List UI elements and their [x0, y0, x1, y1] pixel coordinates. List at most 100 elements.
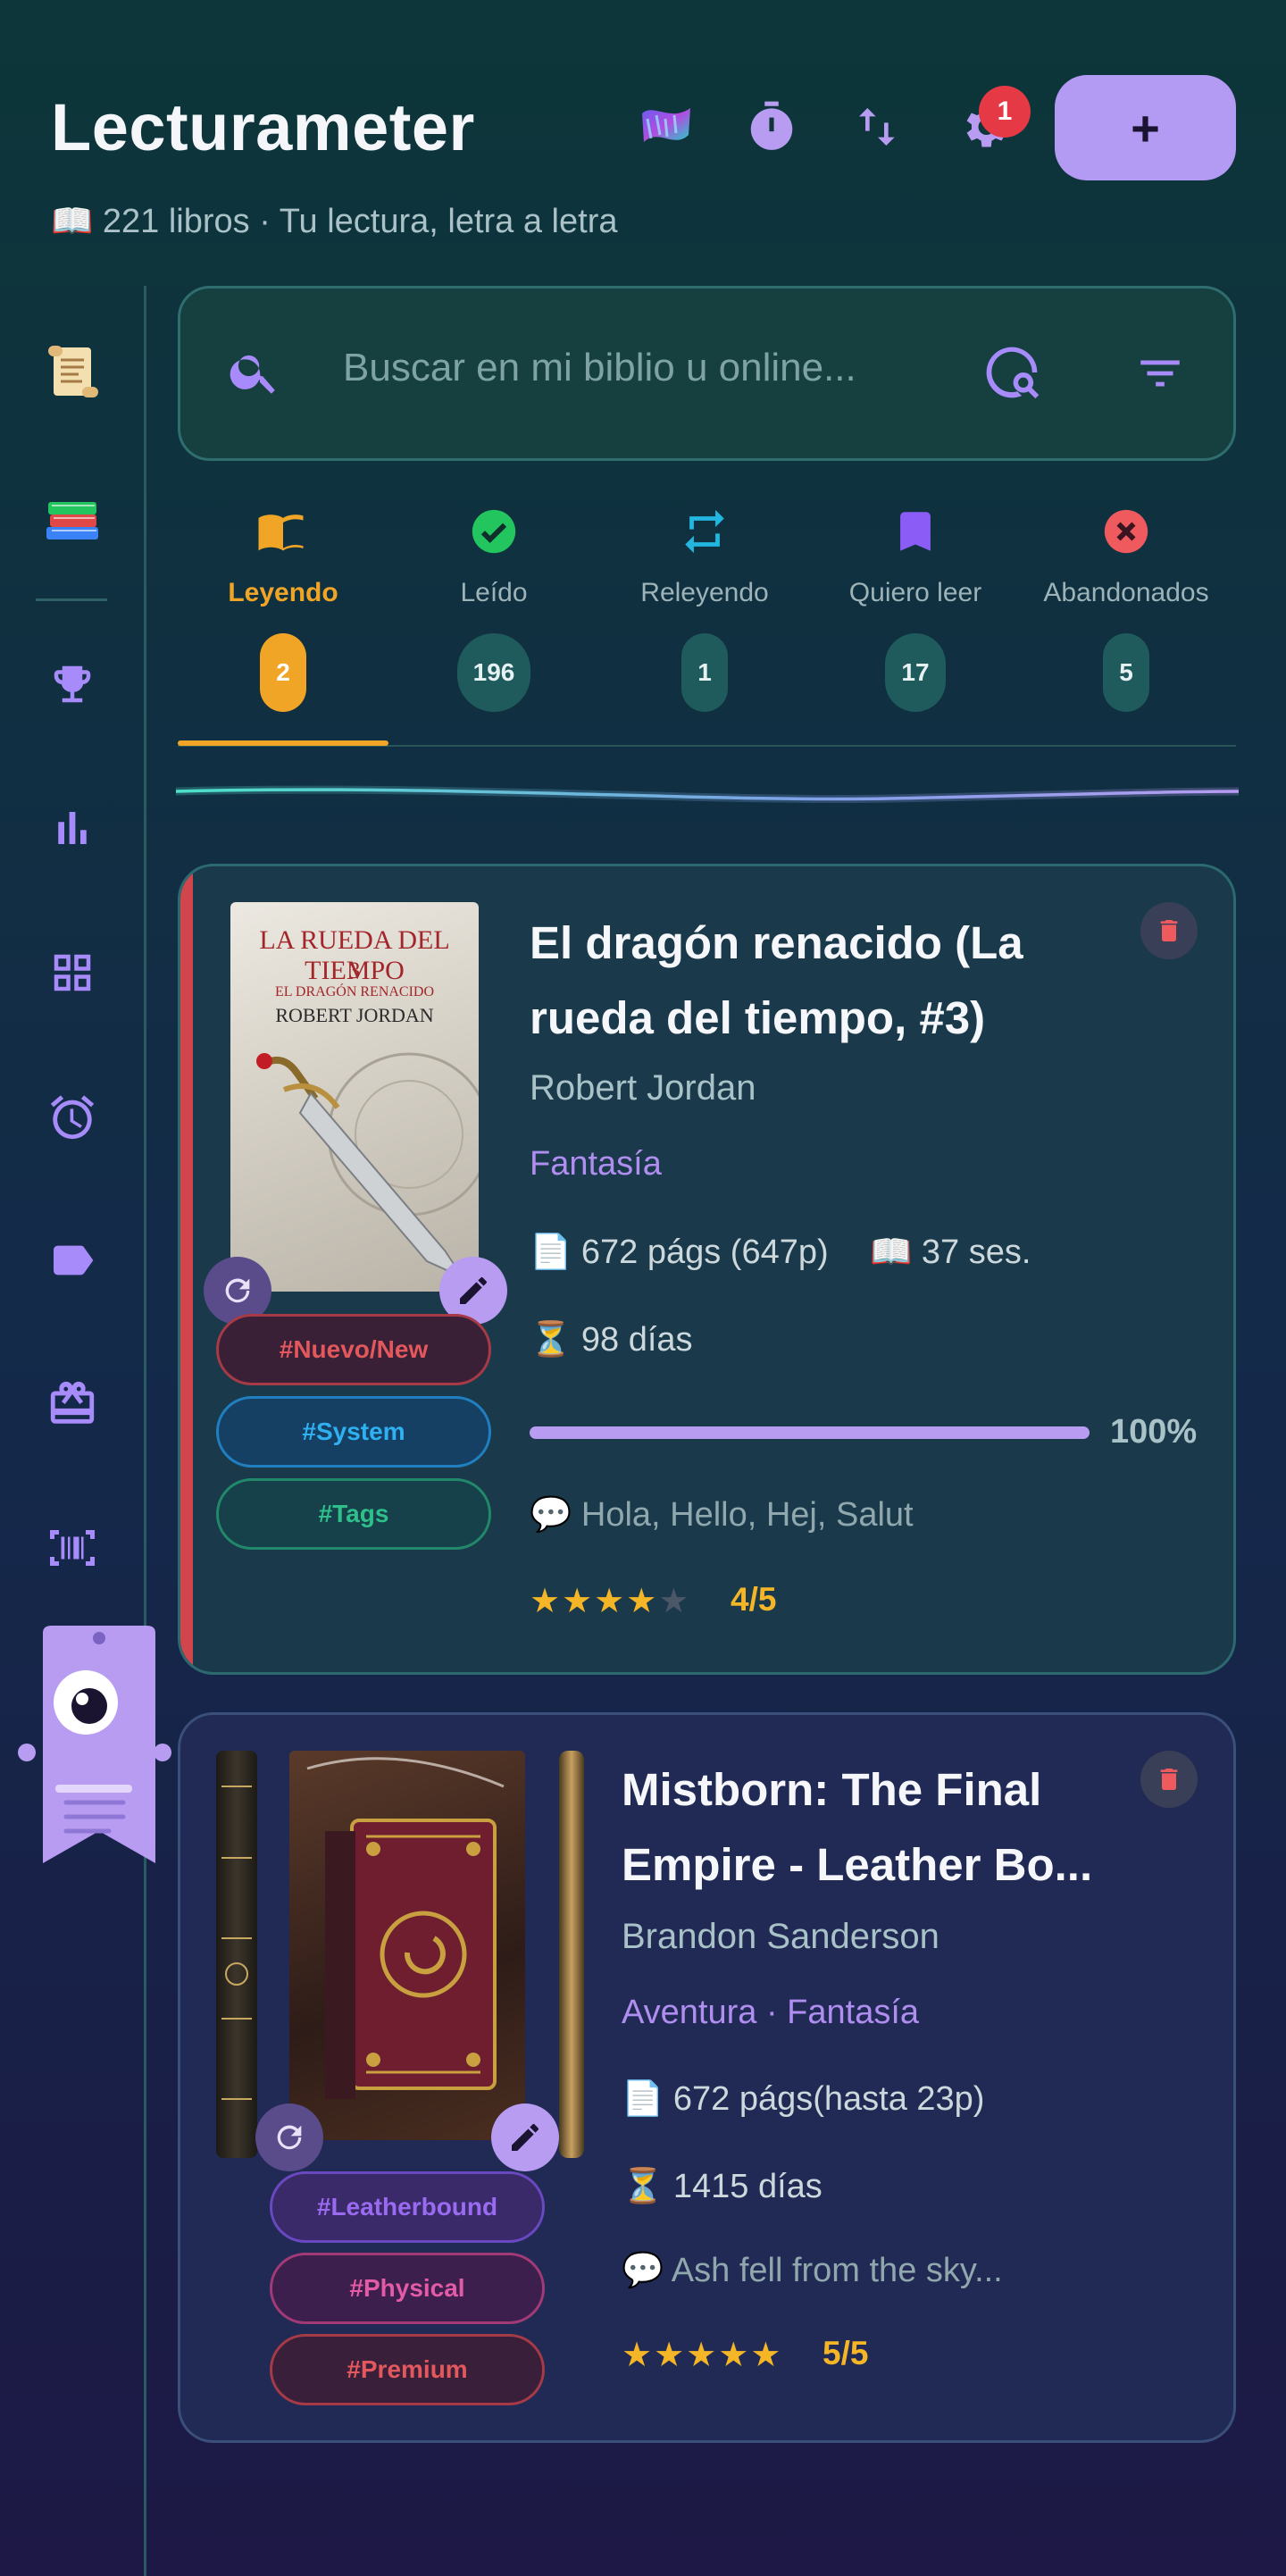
trash-icon [1160, 920, 1178, 941]
star-icon[interactable]: ★ [718, 2337, 750, 2374]
aurora-theme-icon[interactable] [632, 93, 700, 161]
star-rating[interactable]: ★★★★★ [530, 1581, 690, 1621]
star-icon[interactable]: ★ [658, 1583, 690, 1620]
book-open-icon [178, 496, 388, 567]
notification-badge: 1 [979, 86, 1031, 138]
star-icon[interactable]: ★ [750, 2337, 782, 2374]
book-cover-spine-left [216, 1751, 257, 2158]
trash-icon [1160, 1769, 1178, 1790]
book-sessions: 📖 37 ses. [870, 1234, 1031, 1271]
add-icon: + [1131, 99, 1160, 156]
star-icon[interactable]: ★ [530, 1583, 562, 1620]
filter-icon[interactable] [1134, 347, 1186, 404]
cover-number: 3 [348, 958, 361, 983]
star-icon[interactable]: ★ [654, 2337, 686, 2374]
search-icon [227, 344, 282, 404]
tab-quiero-leer[interactable]: Quiero leer 17 [810, 496, 1021, 712]
barcode-scan-icon[interactable] [36, 1511, 109, 1585]
star-icon[interactable]: ★ [594, 1583, 626, 1620]
delete-book-button[interactable] [1140, 1751, 1198, 1808]
tab-leyendo[interactable]: Leyendo 2 [178, 496, 388, 712]
title-line: Mistborn: The Final [622, 1764, 1042, 1815]
tag-chip[interactable]: #System [216, 1396, 491, 1468]
tab-count: 2 [260, 633, 306, 712]
sidebar-divider [144, 286, 146, 2576]
scroll-icon[interactable] [36, 335, 109, 408]
delete-book-button[interactable] [1140, 902, 1198, 959]
tab-label: Releyendo [640, 578, 769, 607]
online-search-icon[interactable] [981, 342, 1042, 407]
book-pages: 📄 672 págs (647p) [530, 1234, 829, 1271]
progress-percent: 100% [1110, 1413, 1198, 1451]
title-line: rueda del tiempo, #3) [530, 992, 986, 1043]
tag-chip[interactable]: #Physical [270, 2253, 545, 2324]
book-genre: Aventura · Fantasía [622, 1994, 920, 2031]
book-author: Robert Jordan [530, 1068, 756, 1108]
check-circle-icon [388, 496, 599, 567]
add-book-button[interactable]: + [1055, 75, 1236, 180]
star-rating[interactable]: ★★★★★ [622, 2335, 782, 2375]
dagger-illustration [256, 1052, 479, 1280]
tab-leido[interactable]: Leído 196 [388, 496, 599, 712]
mascot-bookmark-icon[interactable] [14, 1624, 175, 1865]
star-icon[interactable]: ★ [562, 1583, 594, 1620]
tab-label: Leído [460, 578, 528, 607]
tab-label: Quiero leer [848, 578, 982, 607]
trophy-icon[interactable] [36, 648, 109, 721]
label-icon[interactable] [36, 1224, 109, 1297]
tag-chip[interactable]: #Premium [270, 2334, 545, 2405]
grid-icon[interactable] [36, 936, 109, 1009]
tag-chip[interactable]: #Leatherbound [270, 2171, 545, 2243]
search-bar [178, 286, 1236, 461]
tag-chip[interactable]: #Tags [216, 1478, 491, 1550]
search-input[interactable] [343, 346, 968, 390]
refresh-cover-button[interactable] [255, 2103, 323, 2171]
book-cover[interactable]: LA RUEDA DEL TIEMPO 3 EL DRAGÓN RENACIDO… [230, 902, 479, 1292]
active-tab-indicator [178, 740, 388, 746]
alarm-icon[interactable] [36, 1081, 109, 1154]
pencil-icon [460, 1277, 487, 1304]
star-icon[interactable]: ★ [622, 2337, 654, 2374]
tab-count: 1 [681, 633, 728, 712]
reading-progress-bar [530, 1426, 1090, 1439]
tab-count: 5 [1103, 633, 1149, 712]
book-genre: Fantasía [530, 1145, 662, 1183]
book-quote: 💬 Ash fell from the sky... [622, 2252, 1003, 2289]
book-author: Brandon Sanderson [622, 1917, 939, 1956]
bar-chart-icon[interactable] [36, 791, 109, 865]
repeat-icon [599, 496, 810, 567]
tab-label: Leyendo [228, 578, 338, 607]
timer-icon[interactable] [738, 93, 806, 161]
title-line: Empire - Leather Bo... [622, 1839, 1093, 1890]
leather-book-illustration [306, 1757, 505, 2099]
star-icon[interactable]: ★ [686, 2337, 718, 2374]
refresh-icon [225, 1278, 250, 1303]
book-card[interactable]: #Leatherbound #Physical #Premium Mistbor… [178, 1712, 1236, 2443]
book-title[interactable]: Mistborn: The Final Empire - Leather Bo.… [622, 1752, 1092, 1903]
tab-releyendo[interactable]: Releyendo 1 [599, 496, 810, 712]
glow-divider [174, 779, 1241, 819]
refresh-icon [277, 2125, 302, 2150]
app-title: Lecturameter [51, 90, 475, 164]
book-quote: 💬 Hola, Hello, Hej, Salut [530, 1496, 914, 1534]
tab-label: Abandonados [1043, 578, 1209, 607]
sort-arrows-icon[interactable] [844, 93, 912, 161]
cover-subtitle: EL DRAGÓN RENACIDO [274, 984, 435, 999]
bookmark-icon [810, 496, 1021, 567]
books-stack-icon[interactable] [36, 482, 109, 556]
book-cover-spine-right [559, 1751, 584, 2158]
star-icon[interactable]: ★ [626, 1583, 658, 1620]
book-days: ⏳ 1415 días [622, 2168, 823, 2205]
sidebar-separator [36, 598, 107, 601]
rating-value: 4/5 [731, 1581, 777, 1618]
book-title[interactable]: El dragón renacido (La rueda del tiempo,… [530, 906, 1023, 1056]
progress-fill [530, 1426, 1090, 1439]
tag-chip[interactable]: #Nuevo/New [216, 1314, 491, 1385]
gift-card-icon[interactable] [36, 1367, 109, 1441]
book-pages: 📄 672 págs(hasta 23p) [622, 2080, 985, 2118]
book-cover[interactable] [289, 1751, 525, 2140]
tab-abandonados[interactable]: Abandonados 5 [1021, 496, 1232, 712]
rating-value: 5/5 [823, 2335, 869, 2371]
edit-book-button[interactable] [491, 2103, 559, 2171]
book-card[interactable]: LA RUEDA DEL TIEMPO 3 EL DRAGÓN RENACIDO… [178, 864, 1236, 1675]
